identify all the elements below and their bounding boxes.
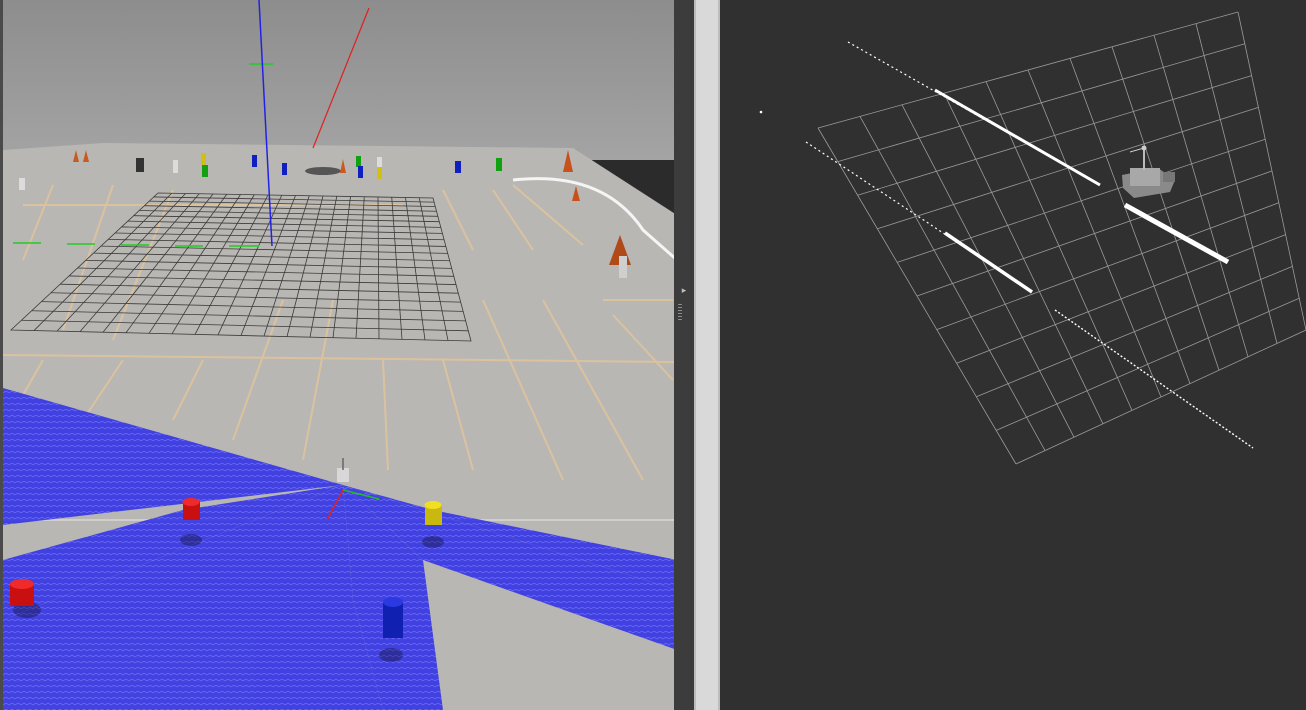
post [202,165,208,177]
grid-line [956,234,1286,364]
rviz-grid [817,11,1306,465]
gazebo-3d-viewport[interactable] [0,0,674,710]
post [282,163,287,175]
grid-line [1195,23,1278,344]
panel-divider [674,0,694,710]
grid-line [936,202,1279,330]
rviz-scene[interactable] [720,0,1306,710]
grid-line [1015,329,1306,465]
post [356,156,361,167]
grid-line [1237,11,1306,331]
pane-splitter[interactable] [694,0,720,710]
post [619,256,627,278]
grid-line [916,170,1273,297]
laser-scan-points [759,41,1254,449]
post [201,153,206,165]
sky [3,0,674,160]
post [252,155,257,167]
post [455,161,461,173]
post [496,158,502,171]
grid-line [1069,58,1191,384]
triangle-right-icon: ▸ [681,286,687,296]
post [19,178,25,190]
gazebo-scene[interactable] [3,0,674,710]
bin [136,158,144,172]
grid-line [1153,35,1249,357]
grip-handle[interactable] [678,304,682,320]
grid-line [996,297,1300,431]
collapse-panel-button[interactable]: ▸ [678,281,690,301]
post [358,166,363,178]
rviz-3d-viewport[interactable] [720,0,1306,710]
post [377,167,382,179]
post [377,157,382,168]
post [173,160,178,173]
rock [305,167,341,175]
